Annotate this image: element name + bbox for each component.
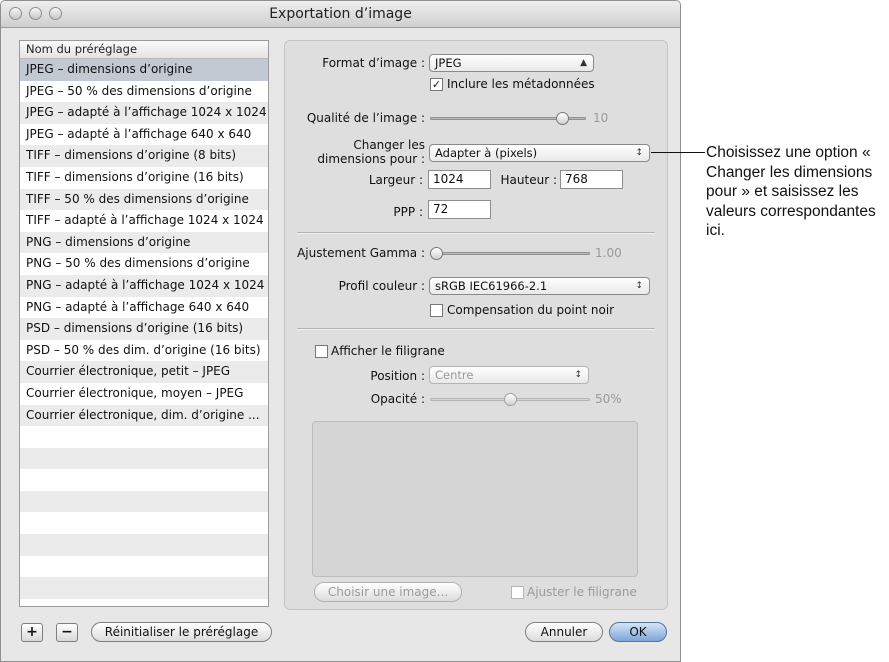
watermark-label: Afficher le filigrane bbox=[331, 344, 445, 358]
preset-list-item[interactable]: TIFF – adapté à l’affichage 1024 x 1024 bbox=[20, 210, 268, 232]
cancel-button[interactable]: Annuler bbox=[525, 622, 603, 642]
callout-line bbox=[651, 152, 705, 153]
image-format-value: JPEG bbox=[435, 56, 462, 70]
preset-list-item[interactable]: JPEG – dimensions d’origine bbox=[20, 59, 268, 81]
quality-label: Qualité de l’image : bbox=[306, 111, 425, 125]
include-metadata-checkbox[interactable]: ✓ bbox=[430, 78, 443, 91]
preset-list-item[interactable]: TIFF – dimensions d’origine (8 bits) bbox=[20, 145, 268, 167]
callout-text: Choisissez une option « Changer les dime… bbox=[706, 144, 876, 239]
opacity-label: Opacité : bbox=[370, 392, 425, 406]
empty-list-row bbox=[20, 447, 268, 470]
opacity-slider-knob[interactable] bbox=[503, 393, 517, 406]
empty-list-row bbox=[20, 577, 268, 599]
black-point-label: Compensation du point noir bbox=[447, 303, 615, 317]
resize-label: Changer les dimensions pour : bbox=[285, 138, 425, 166]
gamma-label: Ajustement Gamma : bbox=[297, 246, 425, 260]
fit-watermark-checkbox[interactable] bbox=[511, 586, 524, 599]
dpi-field[interactable]: 72 bbox=[428, 200, 491, 219]
ok-button[interactable]: OK bbox=[609, 622, 667, 642]
empty-list-row bbox=[20, 490, 268, 513]
watermark-image-well[interactable] bbox=[312, 421, 638, 577]
separator bbox=[297, 328, 655, 330]
popup-arrows-icon: ↕ bbox=[574, 370, 582, 380]
position-value: Centre bbox=[435, 368, 474, 382]
preset-list-item[interactable]: TIFF – 50 % des dimensions d’origine bbox=[20, 188, 268, 211]
export-settings-panel: Format d’image : JPEG ▲ ✓ Inclure les mé… bbox=[284, 40, 668, 610]
gamma-slider-track[interactable] bbox=[430, 252, 590, 255]
color-profile-value: sRGB IEC61966-2.1 bbox=[435, 279, 548, 293]
remove-preset-button[interactable]: − bbox=[56, 623, 78, 642]
empty-list-row bbox=[20, 555, 268, 578]
preset-list-item[interactable]: PNG – dimensions d’origine bbox=[20, 231, 268, 254]
preset-rows: JPEG – dimensions d’origine JPEG – 50 % d… bbox=[20, 59, 268, 599]
separator bbox=[297, 232, 655, 234]
quality-slider-knob[interactable] bbox=[555, 112, 569, 125]
position-label: Position : bbox=[370, 369, 425, 383]
resize-popup[interactable]: Adapter à (pixels) ↕ bbox=[429, 144, 650, 162]
title-bar: Exportation d’image bbox=[1, 1, 680, 28]
empty-list-row bbox=[20, 469, 268, 491]
preset-list-item[interactable]: Courrier électronique, dim. d’origine ..… bbox=[20, 404, 268, 427]
reset-preset-button[interactable]: Réinitialiser le préréglage bbox=[91, 622, 272, 642]
preset-list-item[interactable]: PNG – adapté à l’affichage 640 x 640 bbox=[20, 296, 268, 319]
preset-list-item[interactable]: PNG – adapté à l’affichage 1024 x 1024 bbox=[20, 274, 268, 297]
popup-arrows-icon: ↕ bbox=[635, 148, 643, 158]
preset-list-item[interactable]: JPEG – adapté à l’affichage 1024 x 1024 bbox=[20, 102, 268, 124]
popup-arrows-icon: ↕ bbox=[635, 281, 643, 291]
empty-list-row bbox=[20, 426, 268, 448]
preset-list-item[interactable]: JPEG – 50 % des dimensions d’origine bbox=[20, 80, 268, 103]
fit-watermark-label: Ajuster le filigrane bbox=[527, 585, 637, 599]
image-format-popup[interactable]: JPEG ▲ bbox=[429, 54, 594, 72]
export-image-dialog: Exportation d’image Nom du préréglage JP… bbox=[0, 0, 681, 662]
height-field[interactable]: 768 bbox=[560, 170, 623, 189]
preset-list-item[interactable]: PNG – 50 % des dimensions d’origine bbox=[20, 253, 268, 275]
dpi-label: PPP : bbox=[393, 205, 423, 219]
watermark-checkbox[interactable] bbox=[315, 345, 328, 358]
preset-list-item[interactable]: Courrier électronique, moyen – JPEG bbox=[20, 382, 268, 405]
choose-image-button[interactable]: Choisir une image... bbox=[314, 582, 462, 602]
empty-list-row bbox=[20, 534, 268, 556]
width-field[interactable]: 1024 bbox=[428, 170, 491, 189]
include-metadata-label: Inclure les métadonnées bbox=[447, 77, 595, 91]
resize-label-line2: dimensions pour : bbox=[317, 152, 425, 166]
preset-list-item[interactable]: TIFF – dimensions d’origine (16 bits) bbox=[20, 166, 268, 189]
gamma-value: 1.00 bbox=[595, 246, 622, 260]
color-profile-popup[interactable]: sRGB IEC61966-2.1 ↕ bbox=[429, 277, 650, 295]
format-label: Format d’image : bbox=[322, 56, 425, 70]
empty-list-row bbox=[20, 512, 268, 535]
preset-list-item[interactable]: JPEG – adapté à l’affichage 640 x 640 bbox=[20, 123, 268, 146]
gamma-slider-knob[interactable] bbox=[430, 247, 443, 260]
preset-list-item[interactable]: Courrier électronique, petit – JPEG bbox=[20, 361, 268, 383]
preset-list-item[interactable]: PSD – 50 % des dim. d’origine (16 bits) bbox=[20, 339, 268, 362]
resize-label-line1: Changer les bbox=[353, 138, 425, 152]
window-title: Exportation d’image bbox=[269, 6, 412, 22]
width-label: Largeur : bbox=[368, 173, 423, 187]
black-point-checkbox[interactable] bbox=[430, 304, 443, 317]
preset-list-item[interactable]: PSD – dimensions d’origine (16 bits) bbox=[20, 318, 268, 340]
position-popup[interactable]: Centre ↕ bbox=[429, 366, 589, 384]
quality-value: 10 bbox=[593, 111, 609, 125]
popup-arrows-icon: ▲ bbox=[580, 58, 587, 68]
preset-list[interactable]: Nom du préréglage JPEG – dimensions d’or… bbox=[19, 40, 269, 607]
resize-value: Adapter à (pixels) bbox=[435, 146, 538, 160]
preset-list-header: Nom du préréglage bbox=[20, 41, 268, 59]
color-profile-label: Profil couleur : bbox=[338, 279, 425, 293]
height-label: Hauteur : bbox=[500, 173, 557, 187]
add-preset-button[interactable]: + bbox=[21, 623, 43, 642]
opacity-value: 50% bbox=[595, 392, 622, 406]
